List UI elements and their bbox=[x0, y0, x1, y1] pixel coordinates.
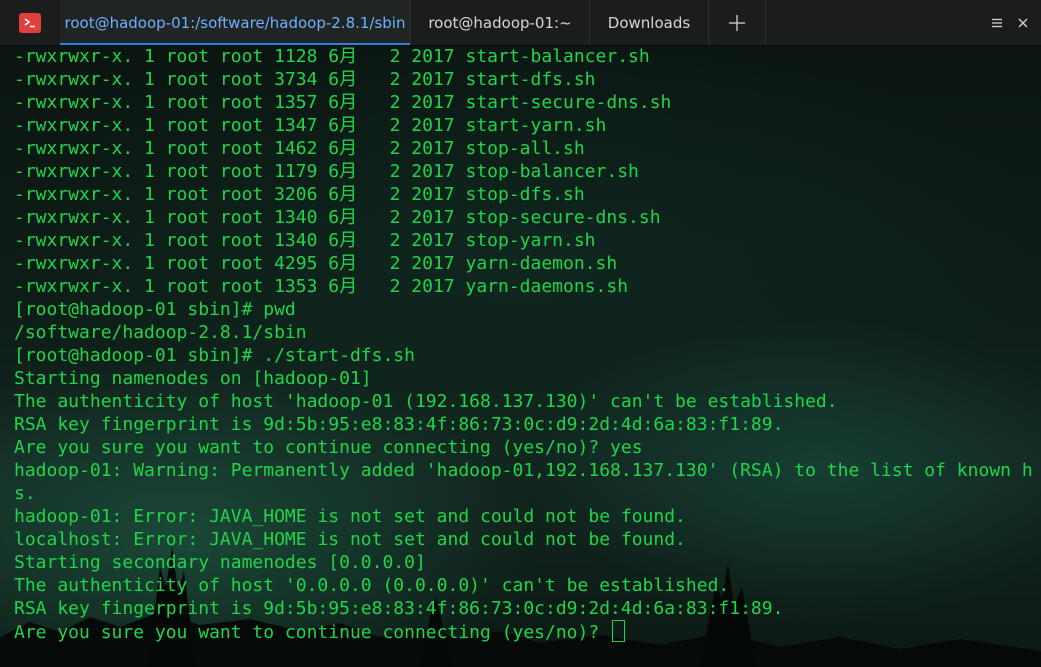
tab-downloads[interactable]: Downloads bbox=[590, 0, 709, 45]
terminal-line: hadoop-01: Warning: Permanently added 'h… bbox=[14, 460, 1033, 481]
tab-label: Downloads bbox=[607, 13, 691, 32]
terminal-line: Starting secondary namenodes [0.0.0.0] bbox=[14, 552, 426, 573]
app-icon-wrap[interactable] bbox=[0, 0, 60, 45]
terminal-line: -rwxrwxr-x. 1 root root 3734 6月 2 2017 s… bbox=[14, 69, 596, 90]
terminal-window: root@hadoop-01:/software/hadoop-2.8.1/sb… bbox=[0, 0, 1041, 667]
prompt-text: Are you sure you want to continue connec… bbox=[14, 622, 611, 643]
tab-root-home[interactable]: root@hadoop-01:~ bbox=[411, 0, 590, 45]
terminal-line: The authenticity of host '0.0.0.0 (0.0.0… bbox=[14, 575, 730, 596]
window-controls bbox=[989, 0, 1041, 45]
terminal-output[interactable]: -rwxrwxr-x. 1 root root 1128 6月 2 2017 s… bbox=[14, 45, 1041, 667]
terminal-line: -rwxrwxr-x. 1 root root 1340 6月 2 2017 s… bbox=[14, 230, 596, 251]
terminal-line: [root@hadoop-01 sbin]# ./start-dfs.sh bbox=[14, 345, 415, 366]
terminal-line: -rwxrwxr-x. 1 root root 1128 6月 2 2017 s… bbox=[14, 46, 650, 67]
close-icon bbox=[1018, 18, 1028, 27]
terminal-line: -rwxrwxr-x. 1 root root 1340 6月 2 2017 s… bbox=[14, 207, 661, 228]
terminal-line: Are you sure you want to continue connec… bbox=[14, 437, 643, 458]
terminal-line: RSA key fingerprint is 9d:5b:95:e8:83:4f… bbox=[14, 414, 784, 435]
prompt-line: Are you sure you want to continue connec… bbox=[14, 620, 1041, 643]
close-button[interactable] bbox=[1015, 15, 1031, 31]
tab-bar-spacer bbox=[766, 0, 989, 45]
plus-icon bbox=[729, 14, 745, 31]
terminal-line: hadoop-01: Error: JAVA_HOME is not set a… bbox=[14, 506, 686, 527]
terminal-line: -rwxrwxr-x. 1 root root 1179 6月 2 2017 s… bbox=[14, 161, 639, 182]
tab-label: root@hadoop-01:~ bbox=[428, 13, 572, 32]
new-tab-button[interactable] bbox=[709, 0, 766, 45]
terminal-line: -rwxrwxr-x. 1 root root 1347 6月 2 2017 s… bbox=[14, 115, 607, 136]
terminal-app-icon[interactable] bbox=[19, 12, 41, 33]
terminal-line: localhost: Error: JAVA_HOME is not set a… bbox=[14, 529, 686, 550]
terminal-line: Starting namenodes on [hadoop-01] bbox=[14, 368, 372, 389]
tab-hadoop-sbin[interactable]: root@hadoop-01:/software/hadoop-2.8.1/sb… bbox=[60, 0, 411, 45]
terminal-line: -rwxrwxr-x. 1 root root 1462 6月 2 2017 s… bbox=[14, 138, 585, 159]
terminal-line: s. bbox=[14, 483, 36, 504]
terminal-line: /software/hadoop-2.8.1/sbin bbox=[14, 322, 307, 343]
terminal-line: -rwxrwxr-x. 1 root root 3206 6月 2 2017 s… bbox=[14, 184, 585, 205]
text-cursor bbox=[612, 620, 626, 642]
menu-button[interactable] bbox=[989, 15, 1005, 31]
terminal-line: -rwxrwxr-x. 1 root root 1353 6月 2 2017 y… bbox=[14, 276, 629, 297]
tab-label: root@hadoop-01:/software/hadoop-2.8.1/sb… bbox=[64, 13, 406, 32]
terminal-line: RSA key fingerprint is 9d:5b:95:e8:83:4f… bbox=[14, 598, 784, 619]
hamburger-menu-icon bbox=[992, 18, 1002, 27]
terminal-line: -rwxrwxr-x. 1 root root 4295 6月 2 2017 y… bbox=[14, 253, 618, 274]
terminal-line: [root@hadoop-01 sbin]# pwd bbox=[14, 299, 296, 320]
terminal-line: The authenticity of host 'hadoop-01 (192… bbox=[14, 391, 838, 412]
terminal-line: -rwxrwxr-x. 1 root root 1357 6月 2 2017 s… bbox=[14, 92, 672, 113]
tab-bar: root@hadoop-01:/software/hadoop-2.8.1/sb… bbox=[0, 0, 1041, 46]
